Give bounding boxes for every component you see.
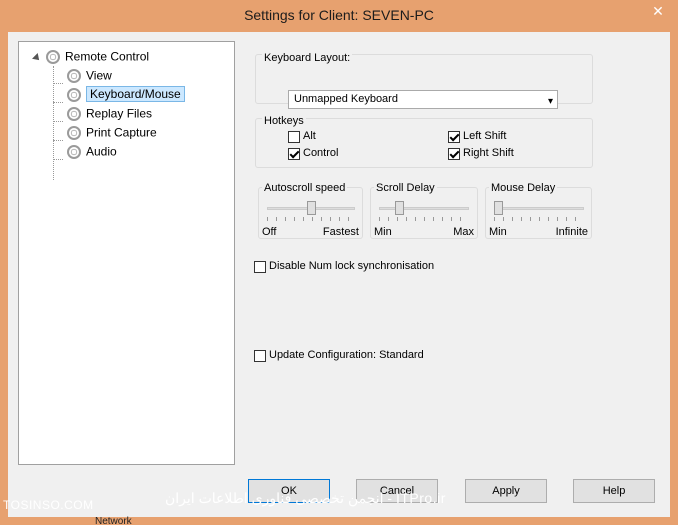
slider-track [379,207,469,210]
slider-min-label: Min [374,226,392,238]
tree-item-label: View [86,68,112,83]
checkbox-box [254,260,266,273]
keyboard-layout-select[interactable]: Unmapped Keyboard ▾ [288,90,558,109]
settings-window: Settings for Client: SEVEN-PC ✕ Remote C… [0,0,678,525]
tree-connector [53,83,63,84]
alt-checkbox[interactable]: Alt [288,130,316,143]
watermark-text: انجمن تخصصی فناوری اطلاعات ایران - ITPro… [165,490,446,506]
gears-icon [46,49,60,64]
group-label: Autoscroll speed [262,182,348,194]
checkbox-label: Left Shift [463,130,507,142]
autoscroll-slider[interactable] [267,197,355,221]
hotkeys-group: Hotkeys Alt Control Left Shift Right Shi… [255,115,593,168]
tree-item-label: Remote Control [65,49,150,64]
tree-item-replay-files[interactable]: Replay Files [67,105,152,122]
title-bar[interactable]: Settings for Client: SEVEN-PC ✕ [0,0,678,32]
expand-arrow-icon[interactable] [32,53,42,63]
close-button[interactable]: ✕ [644,1,672,21]
slider-thumb[interactable] [494,201,503,215]
slider-max-label: Fastest [322,226,359,238]
tree-item-label: Replay Files [86,106,153,121]
tree-item-print-capture[interactable]: Print Capture [67,124,157,141]
tree-connector [53,102,63,103]
gear-icon [67,106,81,121]
keyboard-layout-group: Keyboard Layout: Unmapped Keyboard ▾ [255,52,593,109]
mouse-delay-slider[interactable] [494,197,584,221]
select-value: Unmapped Keyboard [294,93,398,105]
checkbox-box [254,349,266,362]
checkbox-label: Update Configuration: Standard [269,349,424,361]
slider-max-label: Max [453,226,474,238]
help-button[interactable]: Help [573,479,655,503]
checkbox-box [288,147,300,160]
update-configuration-checkbox[interactable]: Update Configuration: Standard [254,349,424,362]
checkbox-label: Right Shift [463,147,514,159]
autoscroll-group: Autoscroll speed Off Fastest [258,182,363,239]
scroll-delay-slider[interactable] [379,197,469,221]
left-shift-checkbox[interactable]: Left Shift [448,130,506,143]
taskbar-item-label: Network [95,516,132,525]
tree-item-label: Audio [86,144,117,159]
gear-icon [67,68,81,83]
checkbox-box [288,130,300,143]
mouse-delay-group: Mouse Delay Min Infinite [485,182,592,239]
group-label: Mouse Delay [489,182,558,194]
tree-item-keyboard-mouse[interactable]: Keyboard/Mouse [67,86,185,103]
chevron-down-icon: ▾ [547,96,553,107]
group-label: Scroll Delay [374,182,437,194]
tree-item-audio[interactable]: Audio [67,143,117,160]
slider-min-label: Min [489,226,507,238]
window-title: Settings for Client: SEVEN-PC [244,7,434,23]
watermark-text: TOSINSO.COM [3,498,94,512]
tree-connector [53,121,63,122]
checkbox-box [448,130,460,143]
tree-item-label: Keyboard/Mouse [86,86,185,103]
gear-icon [67,125,81,140]
checkbox-label: Alt [303,130,316,142]
tree-item-remote-control[interactable]: Remote Control [46,48,149,65]
slider-ticks [379,217,469,221]
group-label: Hotkeys [262,115,306,127]
slider-thumb[interactable] [395,201,404,215]
group-label: Keyboard Layout: [262,52,353,64]
slider-track [494,207,584,210]
gear-icon [67,87,81,102]
dialog-client-area: Remote Control View Keyboard/Mouse Repla… [8,32,670,517]
checkbox-box [448,147,460,160]
settings-tree[interactable]: Remote Control View Keyboard/Mouse Repla… [18,41,235,465]
tree-item-label: Print Capture [86,125,157,140]
slider-thumb[interactable] [307,201,316,215]
slider-max-label: Infinite [555,226,588,238]
slider-ticks [267,217,355,221]
tree-item-view[interactable]: View [67,67,112,84]
checkbox-label: Disable Num lock synchronisation [269,260,435,272]
numlock-checkbox[interactable]: Disable Num lock synchronisation [254,260,434,273]
scroll-delay-group: Scroll Delay Min Max [370,182,478,239]
tree-connector [53,159,63,160]
tree-connector [53,140,63,141]
gear-icon [67,144,81,159]
right-shift-checkbox[interactable]: Right Shift [448,147,514,160]
control-checkbox[interactable]: Control [288,147,338,160]
slider-min-label: Off [262,226,277,238]
apply-button[interactable]: Apply [465,479,547,503]
slider-ticks [494,217,584,221]
checkbox-label: Control [303,147,339,159]
